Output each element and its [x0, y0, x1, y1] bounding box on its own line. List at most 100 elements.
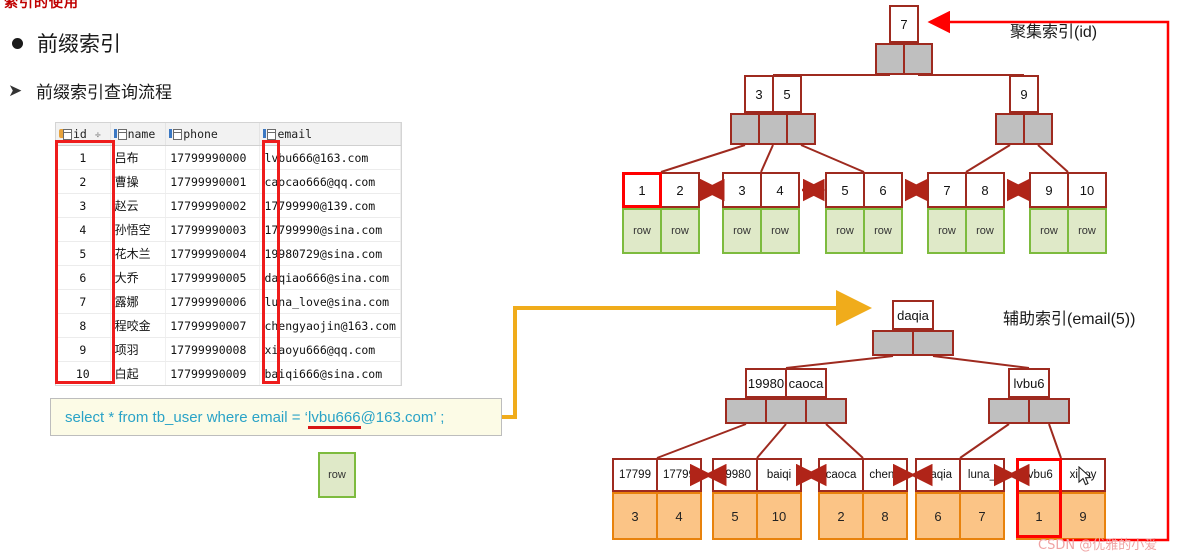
leaf-rows: rowrow: [622, 208, 698, 254]
leaf-value-cell: 8: [862, 492, 908, 540]
pointer-cell: [786, 113, 816, 145]
cell-phone: 17799990001: [166, 170, 260, 194]
watermark: CSDN @优雅的小爱: [1038, 534, 1157, 553]
secondary-index-label: 辅助索引(email(5)): [1003, 305, 1135, 329]
column-header-name[interactable]: name: [110, 123, 166, 146]
sql-highlight: lvbu666: [308, 409, 361, 429]
node-keys: 7: [889, 5, 931, 43]
leaf-row-cell: row: [722, 208, 762, 254]
cell-email: luna_love@sina.com: [260, 290, 401, 314]
clustered-leaf-node-2: 56rowrow: [825, 172, 901, 254]
pointer-cell: [805, 398, 847, 424]
cell-name: 孙悟空: [110, 218, 166, 242]
key-cell: lvbu6: [1008, 368, 1050, 398]
highlight-secondary-entry: [1016, 458, 1062, 538]
secondary-leaf-node-1: 19980baiqi510: [712, 458, 800, 540]
pointer-cell: [872, 330, 914, 356]
leaf-keys: caocacheng: [818, 458, 906, 492]
leaf-row-cell: row: [760, 208, 800, 254]
leaf-value-cell: 6: [915, 492, 961, 540]
cell-name: 项羽: [110, 338, 166, 362]
leaf-keys: daqialuna_: [915, 458, 1003, 492]
leaf-values: 34: [612, 492, 700, 540]
leaf-rows: rowrow: [722, 208, 798, 254]
leaf-row-cell: row: [927, 208, 967, 254]
pointer-cell: [765, 398, 807, 424]
sql-query-box: select * from tb_user where email = ‘lvb…: [50, 398, 502, 436]
column-header-label: phone: [183, 127, 218, 141]
leaf-key-cell: baiqi: [756, 458, 802, 492]
leaf-key-cell: 3: [722, 172, 762, 208]
cell-phone: 17799990004: [166, 242, 260, 266]
leaf-values: 67: [915, 492, 1003, 540]
leaf-value-cell: 10: [756, 492, 802, 540]
pointer-cell: [1023, 113, 1053, 145]
column-icon: [169, 128, 180, 139]
leaf-key-cell: 19980: [712, 458, 758, 492]
leaf-key-cell: 4: [760, 172, 800, 208]
leaf-key-cell: cheng: [862, 458, 908, 492]
leaf-key-cell: daqia: [915, 458, 961, 492]
column-header-email[interactable]: email: [260, 123, 401, 146]
leaf-keys: 78: [927, 172, 1003, 208]
leaf-key-cell: 17799: [656, 458, 702, 492]
leaf-value-cell: 7: [959, 492, 1005, 540]
leaf-key-cell: 2: [660, 172, 700, 208]
leaf-key-cell: caoca: [818, 458, 864, 492]
cell-phone: 17799990007: [166, 314, 260, 338]
leaf-keys: 19980baiqi: [712, 458, 800, 492]
key-cell: caoca: [785, 368, 827, 398]
leaf-key-cell: 7: [927, 172, 967, 208]
sql-query-text: select * from tb_user where email = ‘lvb…: [65, 409, 444, 426]
leaf-row-cell: row: [1029, 208, 1069, 254]
node-pointers: [872, 330, 952, 356]
arrow-bullet-icon: ➤: [8, 81, 22, 101]
leaf-row-cell: row: [660, 208, 700, 254]
cell-phone: 17799990006: [166, 290, 260, 314]
leaf-key-cell: 5: [825, 172, 865, 208]
key-cell: 5: [772, 75, 802, 113]
pointer-cell: [988, 398, 1030, 424]
column-icon: [114, 128, 125, 139]
cell-name: 曹操: [110, 170, 166, 194]
leaf-values: 28: [818, 492, 906, 540]
cell-phone: 17799990009: [166, 362, 260, 386]
pointer-cell: [875, 43, 905, 75]
key-cell: 9: [1009, 75, 1039, 113]
page-title: 索引的使用: [4, 0, 79, 12]
node-keys: 35: [744, 75, 814, 113]
cell-phone: 17799990003: [166, 218, 260, 242]
column-header-label: id: [73, 127, 87, 141]
cell-email: chengyaojin@163.com: [260, 314, 401, 338]
pointer-cell: [995, 113, 1025, 145]
cell-email: 17799990@139.com: [260, 194, 401, 218]
leaf-row-cell: row: [1067, 208, 1107, 254]
leaf-row-cell: row: [863, 208, 903, 254]
leaf-key-cell: 6: [863, 172, 903, 208]
node-keys: 19980caoca: [745, 368, 845, 398]
node-pointers: [988, 398, 1068, 424]
column-header-label: email: [277, 127, 312, 141]
highlight-clustered-key: [622, 172, 662, 208]
leaf-keys: 56: [825, 172, 901, 208]
cell-name: 吕布: [110, 146, 166, 170]
leaf-row-cell: row: [965, 208, 1005, 254]
leaf-key-cell: 8: [965, 172, 1005, 208]
leaf-value-cell: 2: [818, 492, 864, 540]
mouse-cursor-icon: [1078, 466, 1092, 486]
leaf-key-cell: luna_: [959, 458, 1005, 492]
key-cell: 3: [744, 75, 774, 113]
clustered-leaf-node-3: 78rowrow: [927, 172, 1003, 254]
leaf-key-cell: 17799: [612, 458, 658, 492]
result-row-box: row: [318, 452, 356, 498]
cell-phone: 17799990005: [166, 266, 260, 290]
leaf-rows: rowrow: [927, 208, 1003, 254]
leaf-value-cell: 5: [712, 492, 758, 540]
column-header-phone[interactable]: phone: [166, 123, 260, 146]
cell-email: 19980729@sina.com: [260, 242, 401, 266]
pointer-cell: [912, 330, 954, 356]
secondary-root-node: daqia: [872, 300, 952, 356]
key-cell: daqia: [892, 300, 934, 330]
sql-suffix: @163.com’ ;: [361, 409, 445, 426]
leaf-key-cell: 10: [1067, 172, 1107, 208]
